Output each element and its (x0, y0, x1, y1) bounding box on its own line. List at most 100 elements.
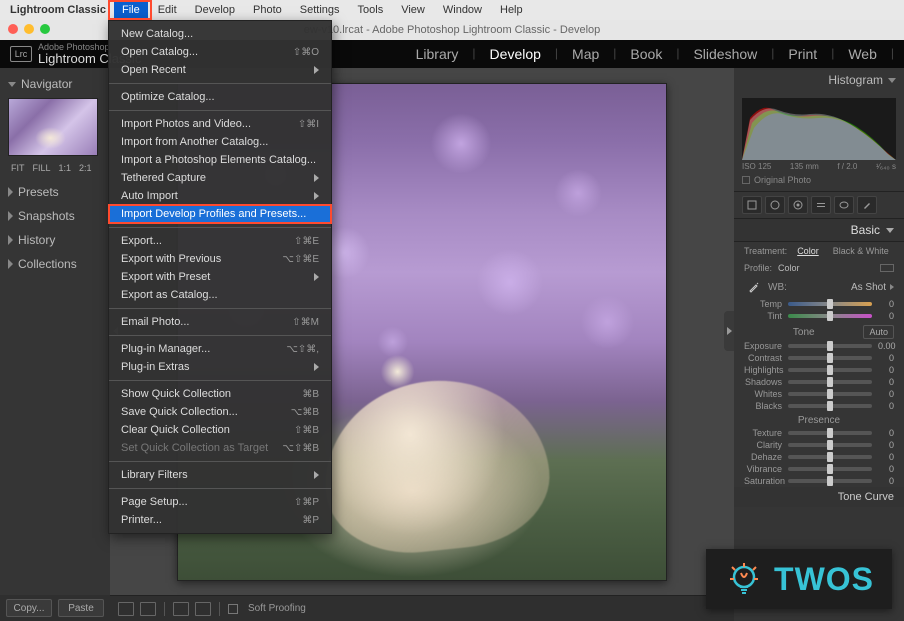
blacks-slider[interactable]: Blacks0 (734, 400, 904, 412)
module-library[interactable]: Library (402, 46, 473, 62)
loupe-view-icon[interactable] (118, 602, 134, 616)
crop-tool-icon[interactable] (742, 196, 762, 214)
window-minimize-button[interactable] (24, 24, 34, 34)
menu-library-filters[interactable]: Library Filters (109, 466, 331, 484)
soft-proofing-checkbox[interactable] (228, 604, 238, 614)
module-print[interactable]: Print (774, 46, 831, 62)
menu-email-photo[interactable]: Email Photo...⇧⌘M (109, 313, 331, 331)
window-title: ew-v10.lrcat - Adobe Photoshop Lightroom… (304, 24, 601, 36)
menu-save-quick-collection[interactable]: Save Quick Collection...⌥⌘B (109, 403, 331, 421)
menubar-develop[interactable]: Develop (187, 2, 243, 18)
paste-button[interactable]: Paste (58, 599, 104, 617)
spot-removal-tool-icon[interactable] (765, 196, 785, 214)
original-photo-checkbox[interactable] (742, 176, 750, 184)
zoom-fit[interactable]: FIT (8, 162, 28, 174)
navigator-header[interactable]: Navigator (0, 72, 110, 96)
right-panel-collapse[interactable] (724, 311, 734, 351)
menubar-window[interactable]: Window (435, 2, 490, 18)
shadows-slider[interactable]: Shadows0 (734, 376, 904, 388)
module-book[interactable]: Book (616, 46, 676, 62)
menu-open-recent[interactable]: Open Recent (109, 61, 331, 79)
menubar-help[interactable]: Help (492, 2, 531, 18)
treatment-bw[interactable]: Black & White (829, 245, 893, 257)
module-web[interactable]: Web (834, 46, 891, 62)
zoom-fill[interactable]: FILL (30, 162, 54, 174)
menubar-file[interactable]: File (114, 2, 148, 18)
vibrance-slider[interactable]: Vibrance0 (734, 463, 904, 475)
wb-eyedropper-icon[interactable] (744, 280, 764, 294)
window-zoom-button[interactable] (40, 24, 50, 34)
menu-page-setup[interactable]: Page Setup...⇧⌘P (109, 493, 331, 511)
presets-header[interactable]: Presets (0, 180, 110, 204)
profile-browser-icon[interactable] (880, 264, 894, 272)
zoom-2-1[interactable]: 2:1 (76, 162, 95, 174)
navigator-thumbnail[interactable] (8, 98, 98, 156)
whites-slider[interactable]: Whites0 (734, 388, 904, 400)
menu-import-pse-catalog[interactable]: Import a Photoshop Elements Catalog... (109, 151, 331, 169)
module-map[interactable]: Map (558, 46, 613, 62)
menu-show-quick-collection[interactable]: Show Quick Collection⌘B (109, 385, 331, 403)
clarity-slider[interactable]: Clarity0 (734, 439, 904, 451)
texture-slider[interactable]: Texture0 (734, 427, 904, 439)
redeye-tool-icon[interactable] (788, 196, 808, 214)
menu-import-another-catalog[interactable]: Import from Another Catalog... (109, 133, 331, 151)
contrast-slider[interactable]: Contrast0 (734, 352, 904, 364)
menu-plugin-extras[interactable]: Plug-in Extras (109, 358, 331, 376)
module-develop[interactable]: Develop (476, 46, 555, 62)
temp-slider[interactable]: Temp0 (734, 298, 904, 310)
histogram-graph[interactable] (742, 98, 896, 160)
menu-import-photos[interactable]: Import Photos and Video...⇧⌘I (109, 115, 331, 133)
lr-logo-icon: Lrc (10, 46, 32, 62)
basic-panel-header[interactable]: Basic (734, 219, 904, 242)
menubar-view[interactable]: View (393, 2, 433, 18)
menu-auto-import[interactable]: Auto Import (109, 187, 331, 205)
saturation-slider[interactable]: Saturation0 (734, 475, 904, 487)
histogram-header[interactable]: Histogram (734, 68, 904, 92)
wb-dropdown[interactable]: As Shot (851, 282, 886, 293)
menu-export-previous[interactable]: Export with Previous⌥⇧⌘E (109, 250, 331, 268)
menu-import-develop-profiles-presets[interactable]: Import Develop Profiles and Presets... (109, 205, 331, 223)
copy-button[interactable]: Copy... (6, 599, 52, 617)
menubar-tools[interactable]: Tools (350, 2, 392, 18)
snapshots-header[interactable]: Snapshots (0, 204, 110, 228)
menu-tethered-capture[interactable]: Tethered Capture (109, 169, 331, 187)
menubar-edit[interactable]: Edit (150, 2, 185, 18)
menu-export-as-catalog[interactable]: Export as Catalog... (109, 286, 331, 304)
profile-label: Profile: (744, 263, 772, 273)
menu-clear-quick-collection[interactable]: Clear Quick Collection⇧⌘B (109, 421, 331, 439)
module-slideshow[interactable]: Slideshow (679, 46, 771, 62)
profile-dropdown[interactable]: Color (778, 263, 800, 273)
graduated-filter-icon[interactable] (811, 196, 831, 214)
before-after-icon[interactable] (140, 602, 156, 616)
tone-curve-label: Tone Curve (838, 491, 894, 503)
navigator-zoom: FIT FILL 1:1 2:1 (0, 162, 110, 180)
tone-curve-header[interactable]: Tone Curve (734, 487, 904, 507)
dehaze-slider[interactable]: Dehaze0 (734, 451, 904, 463)
menu-open-catalog[interactable]: Open Catalog...⇧⌘O (109, 43, 331, 61)
submenu-arrow-icon (314, 174, 319, 182)
compare-icon[interactable] (195, 602, 211, 616)
tint-slider[interactable]: Tint0 (734, 310, 904, 322)
menu-optimize-catalog[interactable]: Optimize Catalog... (109, 88, 331, 106)
menubar-settings[interactable]: Settings (292, 2, 348, 18)
collections-header[interactable]: Collections (0, 252, 110, 276)
menu-export[interactable]: Export...⇧⌘E (109, 232, 331, 250)
treatment-color[interactable]: Color (793, 245, 823, 257)
history-header[interactable]: History (0, 228, 110, 252)
exposure-slider[interactable]: Exposure0.00 (734, 340, 904, 352)
submenu-arrow-icon (314, 192, 319, 200)
highlights-slider[interactable]: Highlights0 (734, 364, 904, 376)
menubar-photo[interactable]: Photo (245, 2, 290, 18)
menu-new-catalog[interactable]: New Catalog... (109, 25, 331, 43)
zoom-1-1[interactable]: 1:1 (56, 162, 75, 174)
menu-export-preset[interactable]: Export with Preset (109, 268, 331, 286)
auto-button[interactable]: Auto (863, 325, 894, 339)
left-panel: Navigator FIT FILL 1:1 2:1 Presets Snaps… (0, 68, 110, 621)
menu-plugin-manager[interactable]: Plug-in Manager...⌥⇧⌘, (109, 340, 331, 358)
window-close-button[interactable] (8, 24, 18, 34)
disclosure-right-icon (8, 259, 13, 269)
menu-printer[interactable]: Printer...⌘P (109, 511, 331, 529)
radial-filter-icon[interactable] (834, 196, 854, 214)
grid-icon[interactable] (173, 602, 189, 616)
brush-tool-icon[interactable] (857, 196, 877, 214)
